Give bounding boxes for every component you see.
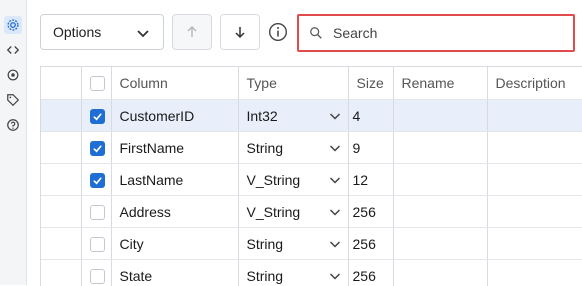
description-cell[interactable] (487, 260, 582, 286)
row-handle[interactable] (41, 100, 81, 132)
description-cell[interactable] (487, 228, 582, 260)
type-select[interactable]: String (238, 228, 348, 260)
search-icon (309, 26, 323, 40)
arrow-up-icon (184, 24, 200, 40)
column-name-cell: CustomerID (111, 100, 238, 132)
rename-cell[interactable] (393, 228, 487, 260)
column-name-cell: City (111, 228, 238, 260)
row-select-cell (81, 164, 111, 196)
chevron-down-icon (328, 269, 342, 283)
table-row[interactable]: LastNameV_String12 (41, 164, 582, 196)
row-select-cell (81, 100, 111, 132)
options-label: Options (53, 24, 101, 40)
size-cell[interactable]: 256 (348, 260, 393, 286)
type-select[interactable]: String (238, 132, 348, 164)
table-row[interactable]: FirstNameString9 (41, 132, 582, 164)
search-box[interactable] (297, 14, 575, 52)
code-icon[interactable] (4, 41, 22, 59)
size-cell[interactable]: 12 (348, 164, 393, 196)
row-checkbox[interactable] (90, 237, 105, 252)
chevron-down-icon (328, 109, 342, 123)
settings-cog-icon[interactable] (4, 66, 22, 84)
description-cell[interactable] (487, 196, 582, 228)
row-select-cell (81, 132, 111, 164)
row-checkbox[interactable] (90, 109, 105, 124)
row-handle[interactable] (41, 164, 81, 196)
size-header[interactable]: Size (348, 67, 393, 100)
chevron-down-icon (328, 173, 342, 187)
row-checkbox[interactable] (90, 173, 105, 188)
description-cell[interactable] (487, 132, 582, 164)
chevron-down-icon (135, 25, 151, 41)
column-name-cell: State (111, 260, 238, 286)
arrow-down-icon (232, 24, 248, 40)
table-row[interactable]: AddressV_String256 (41, 196, 582, 228)
table-row[interactable]: CustomerIDInt324 (41, 100, 582, 132)
size-cell[interactable]: 256 (348, 196, 393, 228)
info-icon[interactable] (268, 22, 288, 42)
description-cell[interactable] (487, 164, 582, 196)
fields-grid: Column Type Size Rename Description Cust… (40, 66, 582, 286)
description-cell[interactable] (487, 100, 582, 132)
size-cell[interactable]: 4 (348, 100, 393, 132)
row-select-cell (81, 196, 111, 228)
row-handle[interactable] (41, 132, 81, 164)
size-cell[interactable]: 256 (348, 228, 393, 260)
rename-header[interactable]: Rename (393, 67, 487, 100)
row-handle[interactable] (41, 196, 81, 228)
table-row[interactable]: CityString256 (41, 228, 582, 260)
row-handle[interactable] (41, 228, 81, 260)
type-select[interactable]: V_String (238, 196, 348, 228)
tag-icon[interactable] (4, 91, 22, 109)
size-cell[interactable]: 9 (348, 132, 393, 164)
search-input[interactable] (331, 24, 555, 42)
rename-cell[interactable] (393, 100, 487, 132)
type-select[interactable]: String (238, 260, 348, 286)
row-checkbox[interactable] (90, 205, 105, 220)
move-up-button[interactable] (172, 14, 212, 50)
chevron-down-icon (328, 205, 342, 219)
column-name-cell: Address (111, 196, 238, 228)
header-row: Column Type Size Rename Description (41, 67, 582, 100)
gear-icon[interactable] (4, 16, 22, 34)
chevron-down-icon (328, 237, 342, 251)
select-all-checkbox[interactable] (90, 76, 105, 91)
type-select[interactable]: Int32 (238, 100, 348, 132)
column-header[interactable]: Column (111, 67, 238, 100)
row-handle[interactable] (41, 260, 81, 286)
rename-cell[interactable] (393, 132, 487, 164)
side-rail (0, 0, 27, 285)
rename-cell[interactable] (393, 260, 487, 286)
row-checkbox[interactable] (90, 141, 105, 156)
move-down-button[interactable] (220, 14, 260, 50)
rename-cell[interactable] (393, 196, 487, 228)
row-handle-header (41, 67, 81, 100)
chevron-down-icon (328, 141, 342, 155)
column-name-cell: FirstName (111, 132, 238, 164)
rename-cell[interactable] (393, 164, 487, 196)
options-dropdown[interactable]: Options (40, 14, 164, 50)
row-checkbox[interactable] (90, 269, 105, 284)
help-icon[interactable] (4, 116, 22, 134)
column-name-cell: LastName (111, 164, 238, 196)
description-header[interactable]: Description (487, 67, 582, 100)
type-select[interactable]: V_String (238, 164, 348, 196)
row-select-cell (81, 228, 111, 260)
row-select-cell (81, 260, 111, 286)
select-all-header (81, 67, 111, 100)
table-row[interactable]: StateString256 (41, 260, 582, 286)
type-header[interactable]: Type (238, 67, 348, 100)
